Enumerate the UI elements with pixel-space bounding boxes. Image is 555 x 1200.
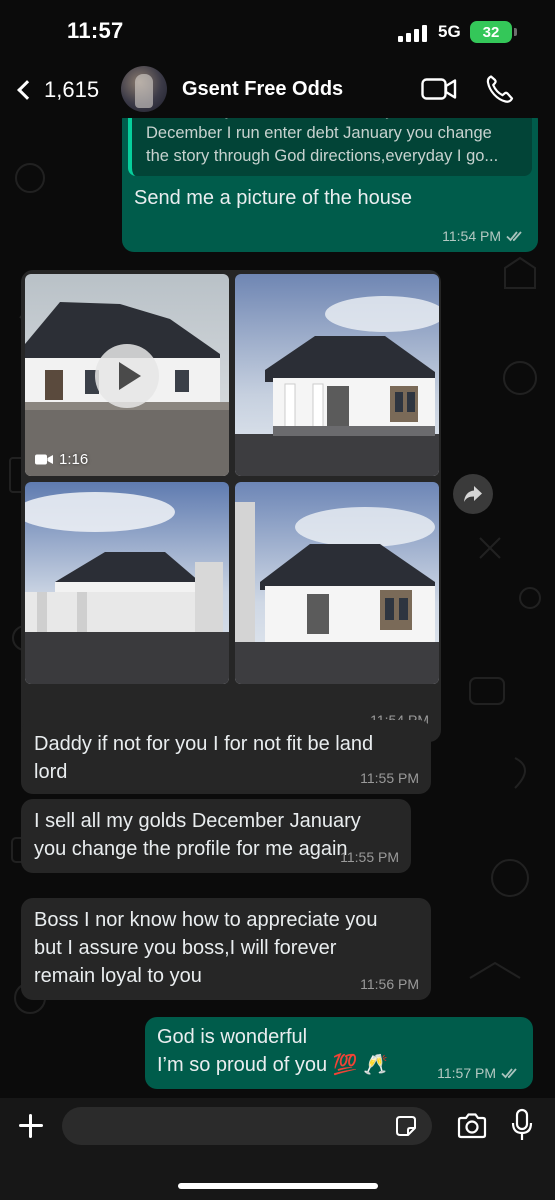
- message-meta: 11:57 PM: [437, 1065, 521, 1081]
- message-text: Send me a picture of the house: [134, 187, 412, 209]
- message-meta: 11:56 PM: [360, 976, 419, 992]
- home-indicator[interactable]: [178, 1183, 378, 1189]
- photo-thumbnail[interactable]: [25, 482, 229, 684]
- back-button[interactable]: 1,615: [12, 72, 99, 108]
- chat-area[interactable]: Mentor na you make me finish my flux 202…: [0, 118, 555, 1098]
- quoted-message[interactable]: Mentor na you make me finish my flux 202…: [128, 118, 532, 176]
- unread-count: 1,615: [44, 77, 100, 102]
- microphone-icon[interactable]: [510, 1108, 534, 1142]
- plus-icon[interactable]: [15, 1110, 47, 1142]
- message-time: 11:55 PM: [360, 770, 419, 786]
- message-time: 11:57 PM: [437, 1065, 496, 1081]
- incoming-message[interactable]: Daddy if not for you I for not fit be la…: [21, 720, 431, 794]
- camera-icon[interactable]: [456, 1112, 488, 1140]
- double-check-icon: [506, 231, 522, 242]
- message-time: 11:55 PM: [340, 849, 399, 865]
- double-check-icon: [501, 1068, 517, 1079]
- message-meta: 11:55 PM: [340, 849, 399, 865]
- video-camera-icon[interactable]: [421, 77, 457, 101]
- play-icon[interactable]: [95, 344, 159, 408]
- status-time: 11:57: [67, 18, 124, 43]
- chevron-left-icon: [17, 80, 37, 100]
- message-time: 11:56 PM: [360, 976, 419, 992]
- video-duration: 1:16: [35, 451, 88, 468]
- sticker-icon[interactable]: [394, 1114, 418, 1138]
- message-time: 11:54 PM: [442, 228, 501, 244]
- message-text: I sell all my golds December January you…: [34, 810, 361, 860]
- chat-title[interactable]: Gsent Free Odds: [182, 78, 343, 101]
- signal-strength-icon: [398, 24, 430, 42]
- network-type: 5G: [438, 22, 461, 41]
- media-grid: 1:16: [25, 274, 439, 716]
- house-photo: [235, 482, 439, 684]
- message-meta: 11:55 PM: [360, 770, 419, 786]
- composer-bar: [0, 1098, 555, 1200]
- incoming-message[interactable]: Boss I nor know how to appreciate you bu…: [21, 898, 431, 1000]
- battery-cap: [514, 28, 517, 36]
- house-photo: [235, 274, 439, 476]
- quoted-text: Mentor na you make me finish my flux 202…: [146, 118, 499, 165]
- battery-level: 32: [482, 23, 500, 41]
- forward-button[interactable]: [453, 474, 493, 514]
- house-photo: [25, 482, 229, 684]
- message-text: Daddy if not for you I for not fit be la…: [34, 733, 374, 783]
- incoming-message[interactable]: I sell all my golds December January you…: [21, 799, 411, 873]
- phone-icon[interactable]: [486, 74, 514, 104]
- outgoing-message[interactable]: God is wonderful I’m so proud of you 💯 🥂…: [145, 1017, 533, 1089]
- duration-text: 1:16: [59, 451, 89, 468]
- avatar[interactable]: [121, 66, 167, 112]
- photo-thumbnail[interactable]: [235, 482, 439, 684]
- outgoing-message[interactable]: Mentor na you make me finish my flux 202…: [122, 118, 538, 252]
- video-thumbnail[interactable]: 1:16: [25, 274, 229, 476]
- message-meta: 11:54 PM: [442, 228, 526, 244]
- forward-arrow-icon: [464, 486, 482, 502]
- message-text: God is wonderful I’m so proud of you 💯 🥂: [157, 1026, 389, 1076]
- battery-icon: 32: [470, 21, 512, 43]
- message-text: Boss I nor know how to appreciate you bu…: [34, 909, 378, 987]
- video-camera-icon: [35, 454, 53, 465]
- chat-header: 1,615 Gsent Free Odds: [0, 62, 555, 118]
- photo-thumbnail[interactable]: [235, 274, 439, 476]
- status-bar: 11:57 5G 32: [0, 0, 555, 62]
- message-input[interactable]: [62, 1107, 432, 1145]
